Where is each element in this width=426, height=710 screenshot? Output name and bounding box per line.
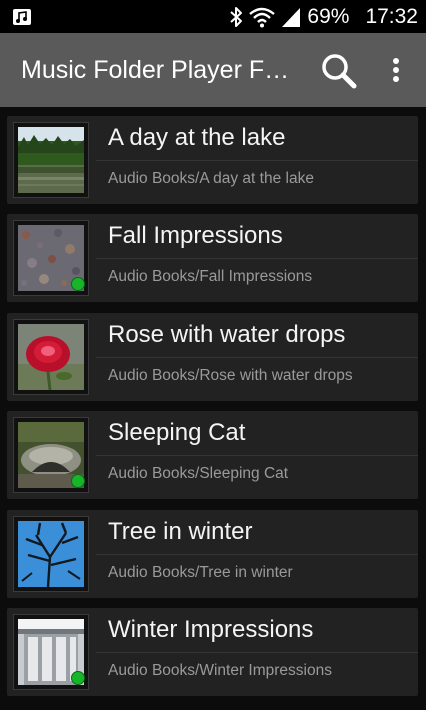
battery-percent: 69% [307, 4, 350, 28]
divider [96, 258, 418, 259]
folder-title: Winter Impressions [108, 616, 314, 643]
folder-path: Audio Books/Winter Impressions [108, 662, 332, 679]
divider [96, 554, 418, 555]
status-bar: 69% 17:32 [0, 0, 426, 33]
search-icon[interactable] [318, 51, 360, 91]
folder-path: Audio Books/Sleeping Cat [108, 465, 289, 482]
folder-path: Audio Books/Tree in winter [108, 564, 293, 581]
clock: 17:32 [365, 4, 418, 28]
overflow-menu-icon[interactable] [382, 51, 410, 91]
thumbnail-frame [13, 319, 89, 395]
folder-title: A day at the lake [108, 124, 286, 151]
folder-title: Sleeping Cat [108, 419, 246, 446]
played-indicator-dot [71, 671, 85, 685]
signal-icon [282, 7, 301, 27]
list-item[interactable]: Fall Impressions Audio Books/Fall Impres… [7, 214, 418, 302]
thumbnail-frame [13, 122, 89, 198]
divider [96, 652, 418, 653]
list-item[interactable]: Winter Impressions Audio Books/Winter Im… [7, 608, 418, 696]
divider [96, 160, 418, 161]
thumbnail-frame [13, 516, 89, 592]
played-indicator-dot [71, 474, 85, 488]
bluetooth-icon [230, 6, 243, 27]
rose-thumbnail [18, 324, 84, 390]
folder-title: Rose with water drops [108, 321, 346, 348]
screen: 69% 17:32 Music Folder Player F… A day a… [0, 0, 426, 710]
folder-title: Fall Impressions [108, 222, 283, 249]
folder-title: Tree in winter [108, 518, 253, 545]
divider [96, 455, 418, 456]
folder-path: Audio Books/A day at the lake [108, 170, 314, 187]
folder-path: Audio Books/Fall Impressions [108, 268, 313, 285]
list-item[interactable]: Tree in winter Audio Books/Tree in winte… [7, 510, 418, 598]
action-bar: Music Folder Player F… [0, 33, 426, 107]
divider [96, 357, 418, 358]
list-item[interactable]: A day at the lake Audio Books/A day at t… [7, 116, 418, 204]
folder-path: Audio Books/Rose with water drops [108, 367, 353, 384]
list-item[interactable]: Sleeping Cat Audio Books/Sleeping Cat [7, 411, 418, 499]
wifi-icon [249, 7, 276, 27]
status-icons: 69% 17:32 [229, 0, 418, 33]
app-title: Music Folder Player F… [21, 56, 290, 84]
tree-thumbnail [18, 521, 84, 587]
music-note-icon [13, 9, 31, 25]
played-indicator-dot [71, 277, 85, 291]
lake-thumbnail [18, 127, 84, 193]
list-item[interactable]: Rose with water drops Audio Books/Rose w… [7, 313, 418, 401]
